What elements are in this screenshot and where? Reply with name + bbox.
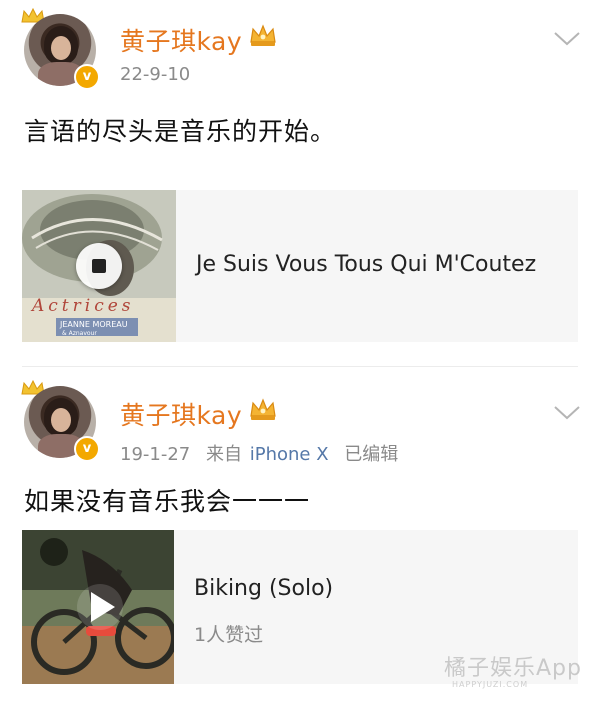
- post-date: 22-9-10: [120, 64, 191, 85]
- username[interactable]: 黄子琪kay: [120, 22, 242, 58]
- divider: [22, 366, 578, 367]
- song-title[interactable]: Biking (Solo): [194, 576, 333, 601]
- username[interactable]: 黄子琪kay: [120, 396, 242, 432]
- song-title[interactable]: Je Suis Vous Tous Qui M'Coutez: [196, 252, 536, 277]
- vip-crown-icon[interactable]: [248, 396, 278, 422]
- stop-icon: [92, 259, 106, 273]
- source-prefix: 来自: [206, 444, 242, 465]
- watermark-url: HAPPYJUZI.COM: [452, 680, 529, 689]
- post-date: 19-1-27: [120, 444, 191, 465]
- edited-label[interactable]: 已编辑: [344, 444, 398, 465]
- play-button[interactable]: [77, 584, 123, 630]
- cover-artist-text: JEANNE MOREAU: [60, 320, 128, 329]
- verified-badge-icon: v: [74, 64, 100, 90]
- post-text: 言语的尽头是音乐的开始。: [24, 117, 337, 146]
- post-meta: 22-9-10: [120, 64, 200, 85]
- verified-badge-icon: v: [74, 436, 100, 462]
- cover-script-text: Actrices: [32, 296, 135, 316]
- cover-small-text: & Aznavour: [62, 330, 97, 337]
- play-icon: [91, 592, 115, 622]
- watermark-logo: 橘子娱乐App: [444, 656, 582, 681]
- source-link[interactable]: iPhone X: [250, 444, 329, 465]
- chevron-down-icon[interactable]: [552, 404, 582, 422]
- chevron-down-icon[interactable]: [552, 30, 582, 48]
- weibo-post: v 黄子琪kay 22-9-10 言语的尽头是音乐的开始。 Actrices J: [0, 0, 600, 360]
- stop-button[interactable]: [76, 243, 122, 289]
- music-card[interactable]: Actrices JEANNE MOREAU & Aznavour Je Sui…: [22, 190, 578, 342]
- avatar[interactable]: v: [21, 7, 102, 90]
- vip-crown-icon[interactable]: [248, 22, 278, 48]
- post-text: 如果没有音乐我会一一一: [24, 487, 311, 516]
- avatar[interactable]: v: [21, 379, 102, 462]
- post-meta: 19-1-27 来自 iPhone X 已编辑: [120, 440, 408, 466]
- like-count: 1人赞过: [194, 624, 264, 646]
